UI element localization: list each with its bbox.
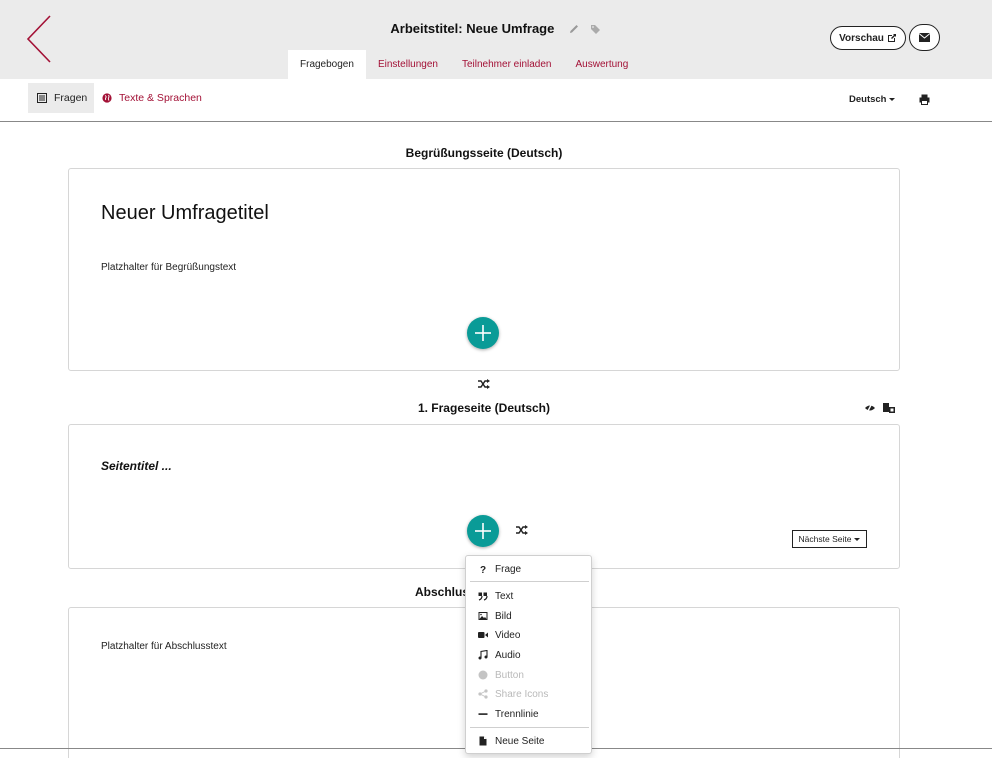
minus-icon [478,709,488,719]
list-icon [37,93,47,103]
caret-down-icon [889,98,896,101]
welcome-page-card: Neuer Umfragetitel Platzhalter für Begrü… [68,168,900,371]
tab-fragebogen[interactable]: Fragebogen [288,50,366,79]
svg-text:?: ? [480,565,486,574]
menu-item-label: Share Icons [495,688,549,700]
menu-item-neue-seite[interactable]: Neue Seite [466,732,591,750]
external-link-icon [887,34,896,42]
image-icon [478,611,488,621]
envelope-icon [919,33,930,42]
menu-item-label: Bild [495,610,512,622]
survey-title: Arbeitstitel: Neue Umfrage [390,21,555,37]
add-element-dropdown: ? Frage Text Bild Video Audio Button Sha… [465,555,592,754]
next-page-label: Nächste Seite [798,534,852,544]
welcome-heading[interactable]: Neuer Umfragetitel [101,202,269,225]
next-page-select[interactable]: Nächste Seite [792,530,867,548]
menu-divider [470,727,589,728]
page-settings-icon[interactable] [883,403,895,413]
app-header: Arbeitstitel: Neue Umfrage Vorschau Frag… [0,0,992,79]
plus-icon [475,523,491,539]
main-tabs: Fragebogen Einstellungen Teilnehmer einl… [288,50,640,79]
subtab-texte-label: Texte & Sprachen [119,92,202,104]
visibility-code-icon[interactable] [864,403,876,413]
menu-item-audio[interactable]: Audio [466,646,591,664]
plus-icon [475,325,491,341]
question-icon: ? [478,564,488,574]
welcome-placeholder-text[interactable]: Platzhalter für Begrüßungstext [101,262,236,273]
add-element-button[interactable] [467,317,499,349]
page1-title[interactable]: Seitentitel ... [101,459,172,473]
tags-icon[interactable] [590,23,602,35]
globe-icon [102,93,112,103]
file-icon [478,736,488,746]
menu-item-share-icons: Share Icons [466,685,591,703]
quote-icon [478,591,488,601]
tab-einstellungen[interactable]: Einstellungen [366,50,450,79]
shuffle-icon[interactable] [516,525,528,535]
menu-item-video[interactable]: Video [466,626,591,644]
tab-teilnehmer-einladen[interactable]: Teilnehmer einladen [450,50,564,79]
tab-auswertung[interactable]: Auswertung [564,50,641,79]
menu-item-bild[interactable]: Bild [466,607,591,625]
menu-item-trennlinie[interactable]: Trennlinie [466,705,591,723]
welcome-section-title: Begrüßungsseite (Deutsch) [405,146,563,160]
closing-section-title: Abschlus [415,585,470,599]
subtab-fragen[interactable]: Fragen [28,83,94,113]
invite-mail-button[interactable] [909,24,940,51]
video-icon [478,630,488,640]
language-select-value: Deutsch [849,94,887,105]
sub-navigation: Fragen Texte & Sprachen [0,79,992,122]
menu-item-button: Button [466,666,591,684]
menu-item-label: Text [495,590,514,602]
preview-button[interactable]: Vorschau [830,26,906,50]
page1-card: Seitentitel ... Nächste Seite [68,424,900,569]
add-element-button-page1[interactable] [467,515,499,547]
preview-button-label: Vorschau [839,32,884,44]
menu-item-label: Button [495,669,524,681]
menu-item-label: Trennlinie [495,708,539,720]
menu-item-frage[interactable]: ? Frage [466,560,591,578]
pencil-icon[interactable] [568,23,580,35]
share-icon [478,689,488,699]
menu-divider [470,581,589,582]
page1-section-title: 1. Frageseite (Deutsch) [417,401,551,415]
print-icon[interactable] [919,94,930,105]
circle-icon [478,670,488,680]
menu-item-label: Video [495,629,521,641]
subtab-texte-sprachen[interactable]: Texte & Sprachen [102,83,202,113]
music-icon [478,650,488,660]
menu-item-text[interactable]: Text [466,587,591,605]
shuffle-icon[interactable] [478,379,490,389]
subtab-fragen-label: Fragen [54,92,88,104]
language-select[interactable]: Deutsch [849,94,896,105]
menu-item-label: Neue Seite [495,735,545,747]
caret-down-icon [854,537,861,541]
closing-placeholder-text[interactable]: Platzhalter für Abschlusstext [101,641,227,652]
menu-item-label: Audio [495,649,521,661]
menu-item-label: Frage [495,563,522,575]
